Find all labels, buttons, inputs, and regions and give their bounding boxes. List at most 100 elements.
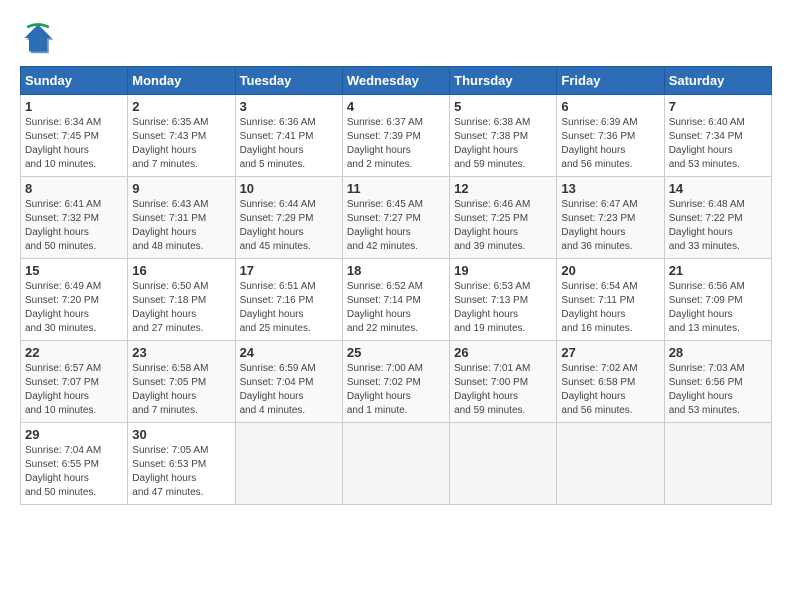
- calendar-cell: 15 Sunrise: 6:49 AMSunset: 7:20 PMDaylig…: [21, 259, 128, 341]
- day-number: 20: [561, 263, 659, 278]
- day-info: Sunrise: 6:38 AMSunset: 7:38 PMDaylight …: [454, 116, 552, 172]
- day-info: Sunrise: 6:36 AMSunset: 7:41 PMDaylight …: [240, 116, 338, 172]
- day-info: Sunrise: 6:52 AMSunset: 7:14 PMDaylight …: [347, 280, 445, 336]
- calendar-cell: 10 Sunrise: 6:44 AMSunset: 7:29 PMDaylig…: [235, 177, 342, 259]
- calendar-cell: 1 Sunrise: 6:34 AMSunset: 7:45 PMDayligh…: [21, 95, 128, 177]
- day-number: 28: [669, 345, 767, 360]
- calendar-cell: 13 Sunrise: 6:47 AMSunset: 7:23 PMDaylig…: [557, 177, 664, 259]
- day-info: Sunrise: 7:03 AMSunset: 6:56 PMDaylight …: [669, 362, 767, 418]
- day-number: 11: [347, 181, 445, 196]
- day-info: Sunrise: 6:50 AMSunset: 7:18 PMDaylight …: [132, 280, 230, 336]
- calendar-cell: 19 Sunrise: 6:53 AMSunset: 7:13 PMDaylig…: [450, 259, 557, 341]
- day-info: Sunrise: 6:58 AMSunset: 7:05 PMDaylight …: [132, 362, 230, 418]
- day-number: 19: [454, 263, 552, 278]
- calendar-cell: 5 Sunrise: 6:38 AMSunset: 7:38 PMDayligh…: [450, 95, 557, 177]
- calendar-week-row: 8 Sunrise: 6:41 AMSunset: 7:32 PMDayligh…: [21, 177, 772, 259]
- calendar-cell: 3 Sunrise: 6:36 AMSunset: 7:41 PMDayligh…: [235, 95, 342, 177]
- calendar-header-row: SundayMondayTuesdayWednesdayThursdayFrid…: [21, 67, 772, 95]
- calendar-cell: 23 Sunrise: 6:58 AMSunset: 7:05 PMDaylig…: [128, 341, 235, 423]
- calendar-cell: 24 Sunrise: 6:59 AMSunset: 7:04 PMDaylig…: [235, 341, 342, 423]
- day-number: 16: [132, 263, 230, 278]
- day-info: Sunrise: 6:56 AMSunset: 7:09 PMDaylight …: [669, 280, 767, 336]
- column-header-tuesday: Tuesday: [235, 67, 342, 95]
- day-number: 8: [25, 181, 123, 196]
- day-number: 10: [240, 181, 338, 196]
- day-info: Sunrise: 6:39 AMSunset: 7:36 PMDaylight …: [561, 116, 659, 172]
- day-number: 5: [454, 99, 552, 114]
- calendar-cell: 20 Sunrise: 6:54 AMSunset: 7:11 PMDaylig…: [557, 259, 664, 341]
- day-info: Sunrise: 6:37 AMSunset: 7:39 PMDaylight …: [347, 116, 445, 172]
- calendar-cell: 21 Sunrise: 6:56 AMSunset: 7:09 PMDaylig…: [664, 259, 771, 341]
- calendar-cell: 11 Sunrise: 6:45 AMSunset: 7:27 PMDaylig…: [342, 177, 449, 259]
- calendar-cell: 16 Sunrise: 6:50 AMSunset: 7:18 PMDaylig…: [128, 259, 235, 341]
- page-header: [20, 20, 772, 56]
- calendar-cell: 12 Sunrise: 6:46 AMSunset: 7:25 PMDaylig…: [450, 177, 557, 259]
- calendar-week-row: 15 Sunrise: 6:49 AMSunset: 7:20 PMDaylig…: [21, 259, 772, 341]
- calendar-cell: [557, 423, 664, 505]
- day-info: Sunrise: 6:34 AMSunset: 7:45 PMDaylight …: [25, 116, 123, 172]
- calendar-cell: 6 Sunrise: 6:39 AMSunset: 7:36 PMDayligh…: [557, 95, 664, 177]
- day-number: 27: [561, 345, 659, 360]
- day-info: Sunrise: 6:51 AMSunset: 7:16 PMDaylight …: [240, 280, 338, 336]
- day-number: 14: [669, 181, 767, 196]
- calendar-cell: 9 Sunrise: 6:43 AMSunset: 7:31 PMDayligh…: [128, 177, 235, 259]
- column-header-saturday: Saturday: [664, 67, 771, 95]
- column-header-monday: Monday: [128, 67, 235, 95]
- day-info: Sunrise: 7:00 AMSunset: 7:02 PMDaylight …: [347, 362, 445, 418]
- day-info: Sunrise: 6:49 AMSunset: 7:20 PMDaylight …: [25, 280, 123, 336]
- calendar-cell: 22 Sunrise: 6:57 AMSunset: 7:07 PMDaylig…: [21, 341, 128, 423]
- day-number: 9: [132, 181, 230, 196]
- day-number: 29: [25, 427, 123, 442]
- column-header-wednesday: Wednesday: [342, 67, 449, 95]
- day-number: 25: [347, 345, 445, 360]
- day-number: 12: [454, 181, 552, 196]
- calendar-cell: [235, 423, 342, 505]
- day-number: 17: [240, 263, 338, 278]
- day-info: Sunrise: 6:43 AMSunset: 7:31 PMDaylight …: [132, 198, 230, 254]
- calendar-cell: [450, 423, 557, 505]
- column-header-friday: Friday: [557, 67, 664, 95]
- day-info: Sunrise: 6:47 AMSunset: 7:23 PMDaylight …: [561, 198, 659, 254]
- day-number: 21: [669, 263, 767, 278]
- calendar-week-row: 22 Sunrise: 6:57 AMSunset: 7:07 PMDaylig…: [21, 341, 772, 423]
- day-number: 3: [240, 99, 338, 114]
- day-number: 6: [561, 99, 659, 114]
- calendar-cell: 27 Sunrise: 7:02 AMSunset: 6:58 PMDaylig…: [557, 341, 664, 423]
- calendar-cell: [342, 423, 449, 505]
- day-number: 18: [347, 263, 445, 278]
- calendar-cell: 29 Sunrise: 7:04 AMSunset: 6:55 PMDaylig…: [21, 423, 128, 505]
- day-info: Sunrise: 7:01 AMSunset: 7:00 PMDaylight …: [454, 362, 552, 418]
- day-info: Sunrise: 7:05 AMSunset: 6:53 PMDaylight …: [132, 444, 230, 500]
- calendar-cell: 14 Sunrise: 6:48 AMSunset: 7:22 PMDaylig…: [664, 177, 771, 259]
- day-number: 13: [561, 181, 659, 196]
- day-info: Sunrise: 7:04 AMSunset: 6:55 PMDaylight …: [25, 444, 123, 500]
- calendar-table: SundayMondayTuesdayWednesdayThursdayFrid…: [20, 66, 772, 505]
- calendar-cell: 25 Sunrise: 7:00 AMSunset: 7:02 PMDaylig…: [342, 341, 449, 423]
- day-info: Sunrise: 6:57 AMSunset: 7:07 PMDaylight …: [25, 362, 123, 418]
- day-info: Sunrise: 6:54 AMSunset: 7:11 PMDaylight …: [561, 280, 659, 336]
- day-number: 24: [240, 345, 338, 360]
- day-info: Sunrise: 6:48 AMSunset: 7:22 PMDaylight …: [669, 198, 767, 254]
- day-info: Sunrise: 6:44 AMSunset: 7:29 PMDaylight …: [240, 198, 338, 254]
- calendar-cell: 18 Sunrise: 6:52 AMSunset: 7:14 PMDaylig…: [342, 259, 449, 341]
- logo: [20, 20, 60, 56]
- day-info: Sunrise: 6:59 AMSunset: 7:04 PMDaylight …: [240, 362, 338, 418]
- day-number: 7: [669, 99, 767, 114]
- day-info: Sunrise: 6:45 AMSunset: 7:27 PMDaylight …: [347, 198, 445, 254]
- column-header-thursday: Thursday: [450, 67, 557, 95]
- calendar-cell: 4 Sunrise: 6:37 AMSunset: 7:39 PMDayligh…: [342, 95, 449, 177]
- calendar-cell: 28 Sunrise: 7:03 AMSunset: 6:56 PMDaylig…: [664, 341, 771, 423]
- day-info: Sunrise: 6:46 AMSunset: 7:25 PMDaylight …: [454, 198, 552, 254]
- calendar-week-row: 29 Sunrise: 7:04 AMSunset: 6:55 PMDaylig…: [21, 423, 772, 505]
- day-info: Sunrise: 7:02 AMSunset: 6:58 PMDaylight …: [561, 362, 659, 418]
- day-number: 22: [25, 345, 123, 360]
- calendar-cell: 17 Sunrise: 6:51 AMSunset: 7:16 PMDaylig…: [235, 259, 342, 341]
- day-info: Sunrise: 6:53 AMSunset: 7:13 PMDaylight …: [454, 280, 552, 336]
- day-number: 1: [25, 99, 123, 114]
- calendar-cell: 26 Sunrise: 7:01 AMSunset: 7:00 PMDaylig…: [450, 341, 557, 423]
- day-number: 4: [347, 99, 445, 114]
- day-info: Sunrise: 6:40 AMSunset: 7:34 PMDaylight …: [669, 116, 767, 172]
- day-number: 30: [132, 427, 230, 442]
- day-info: Sunrise: 6:41 AMSunset: 7:32 PMDaylight …: [25, 198, 123, 254]
- calendar-cell: 7 Sunrise: 6:40 AMSunset: 7:34 PMDayligh…: [664, 95, 771, 177]
